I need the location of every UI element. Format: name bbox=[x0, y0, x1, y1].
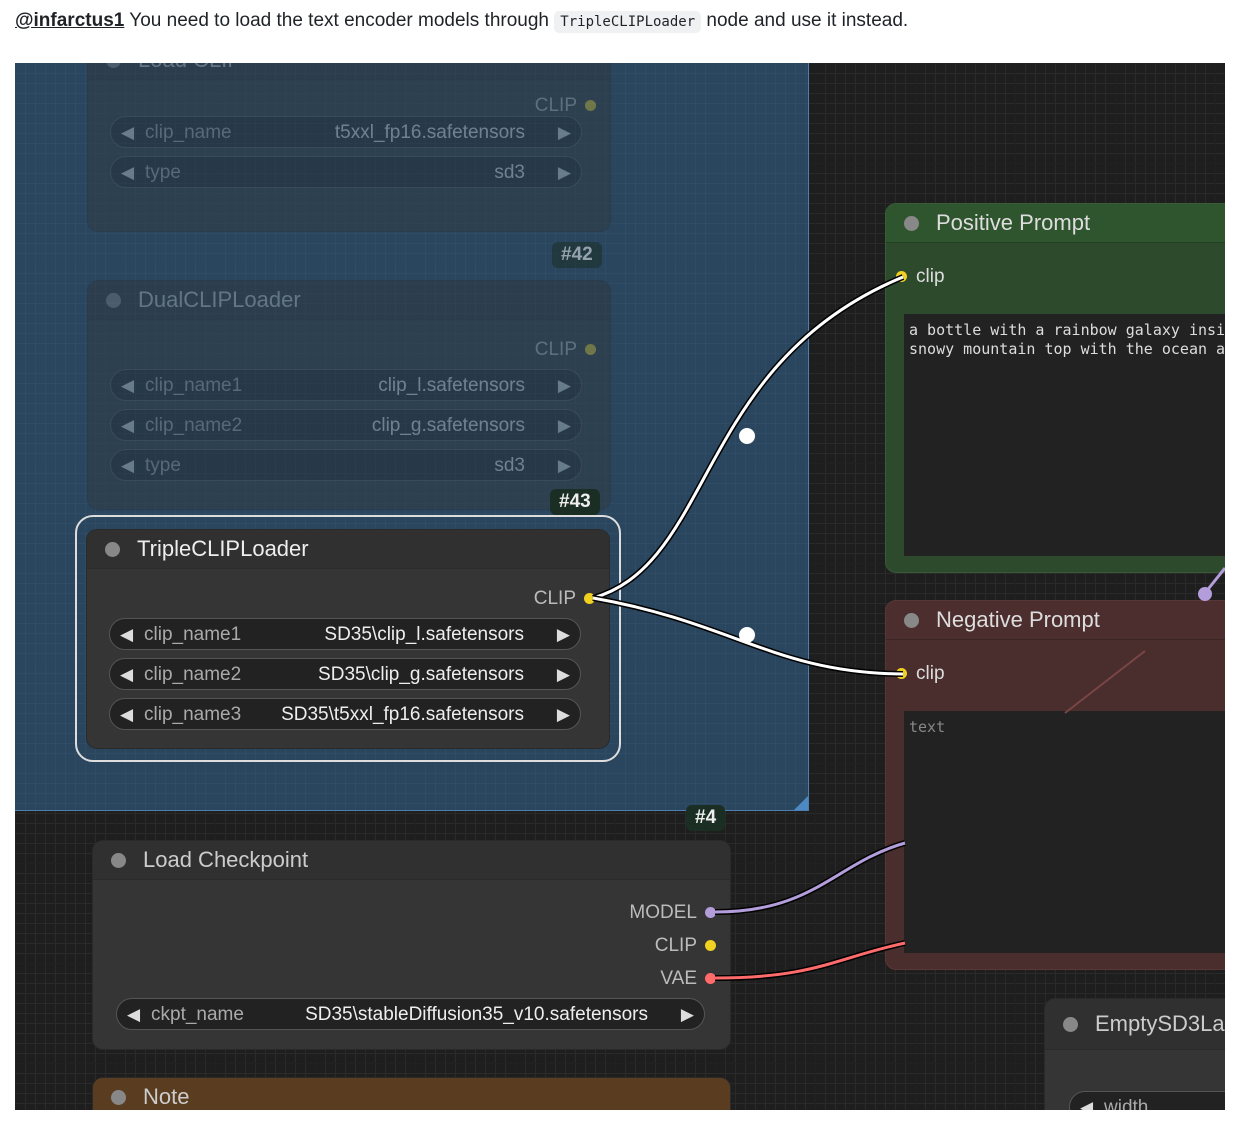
comment-text-after: node and use it instead. bbox=[701, 10, 909, 31]
wire-midpoint[interactable] bbox=[739, 428, 755, 444]
node-wires bbox=[592, 274, 1225, 981]
comment-text: @infarctus1 You need to load the text en… bbox=[15, 10, 909, 33]
wire-model bbox=[714, 841, 906, 914]
inline-code: TripleCLIPLoader bbox=[554, 11, 702, 33]
comment-text-before: You need to load the text encoder models… bbox=[124, 10, 555, 31]
user-mention-link[interactable]: @infarctus1 bbox=[15, 10, 124, 31]
node-canvas[interactable]: Load CLIP CLIP ◀clip_namet5xxl_fp16.safe… bbox=[15, 63, 1225, 1110]
wire-midpoint[interactable] bbox=[739, 627, 755, 643]
